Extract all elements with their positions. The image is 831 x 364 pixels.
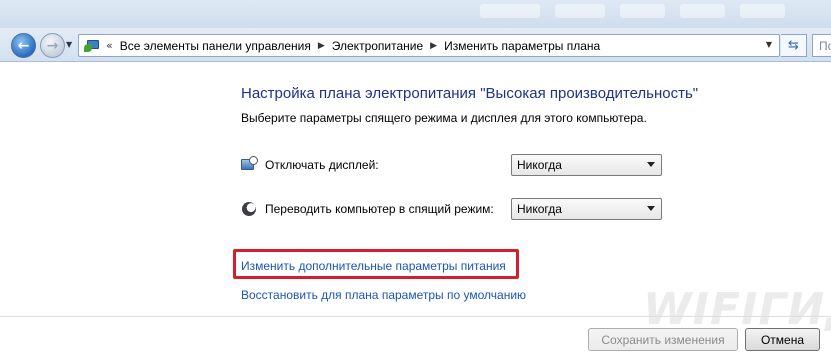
save-changes-button[interactable]: Сохранить изменения	[588, 328, 738, 351]
blurred-toolbar-item	[680, 4, 725, 18]
display-off-select[interactable]: Никогда	[511, 154, 662, 176]
blurred-toolbar-item	[480, 4, 540, 18]
chevron-down-icon	[647, 162, 655, 167]
forward-button[interactable]: →	[40, 33, 65, 58]
chevron-right-icon[interactable]: ▶	[318, 41, 325, 51]
breadcrumb-overflow-icon[interactable]: «	[106, 39, 113, 52]
address-history-dropdown-icon[interactable]: ▼	[766, 40, 772, 49]
recent-pages-dropdown-icon[interactable]: ▼	[66, 40, 72, 49]
blurred-toolbar-item	[620, 4, 665, 18]
address-bar[interactable]: « Все элементы панели управления ▶ Элект…	[78, 34, 780, 57]
page-title: Настройка плана электропитания "Высокая …	[241, 85, 699, 102]
control-panel-icon	[84, 38, 100, 54]
display-timer-icon	[241, 156, 258, 172]
refresh-button[interactable]: ⇆	[781, 34, 807, 57]
page-subtitle: Выберите параметры спящего режима и дисп…	[241, 111, 647, 125]
blurred-toolbar-item	[555, 4, 605, 18]
display-off-value: Никогда	[517, 158, 562, 172]
chevron-right-icon[interactable]: ▶	[430, 41, 437, 51]
chevron-down-icon	[647, 206, 655, 211]
blurred-toolbar-item	[740, 4, 785, 18]
window-top-strip	[0, 0, 831, 30]
display-off-label: Отключать дисплей:	[265, 158, 379, 172]
arrow-right-icon: →	[46, 37, 59, 54]
cancel-button[interactable]: Отмена	[745, 328, 820, 351]
sleep-moon-icon	[241, 201, 257, 217]
sleep-label: Переводить компьютер в спящий режим:	[265, 202, 494, 216]
footer-divider	[0, 316, 831, 317]
sleep-select[interactable]: Никогда	[511, 198, 662, 220]
restore-defaults-link[interactable]: Восстановить для плана параметры по умол…	[241, 288, 526, 302]
back-button[interactable]: ←	[11, 33, 36, 58]
refresh-icon: ⇆	[788, 38, 799, 53]
arrow-left-icon: ←	[17, 37, 30, 54]
plan-settings-content: Настройка плана электропитания "Высокая …	[0, 62, 831, 364]
navigation-bar: ← → ▼ « Все элементы панели управления ▶…	[0, 28, 831, 62]
sleep-value: Никогда	[517, 202, 562, 216]
breadcrumb-item-power-options[interactable]: Электропитание	[332, 39, 423, 53]
advanced-power-settings-link[interactable]: Изменить дополнительные параметры питани…	[241, 259, 506, 273]
breadcrumb: « Все элементы панели управления ▶ Элект…	[106, 39, 600, 53]
breadcrumb-item-all-control-panel[interactable]: Все элементы панели управления	[120, 39, 311, 53]
breadcrumb-item-edit-plan-settings[interactable]: Изменить параметры плана	[444, 39, 600, 53]
search-input[interactable]: По	[812, 34, 831, 57]
